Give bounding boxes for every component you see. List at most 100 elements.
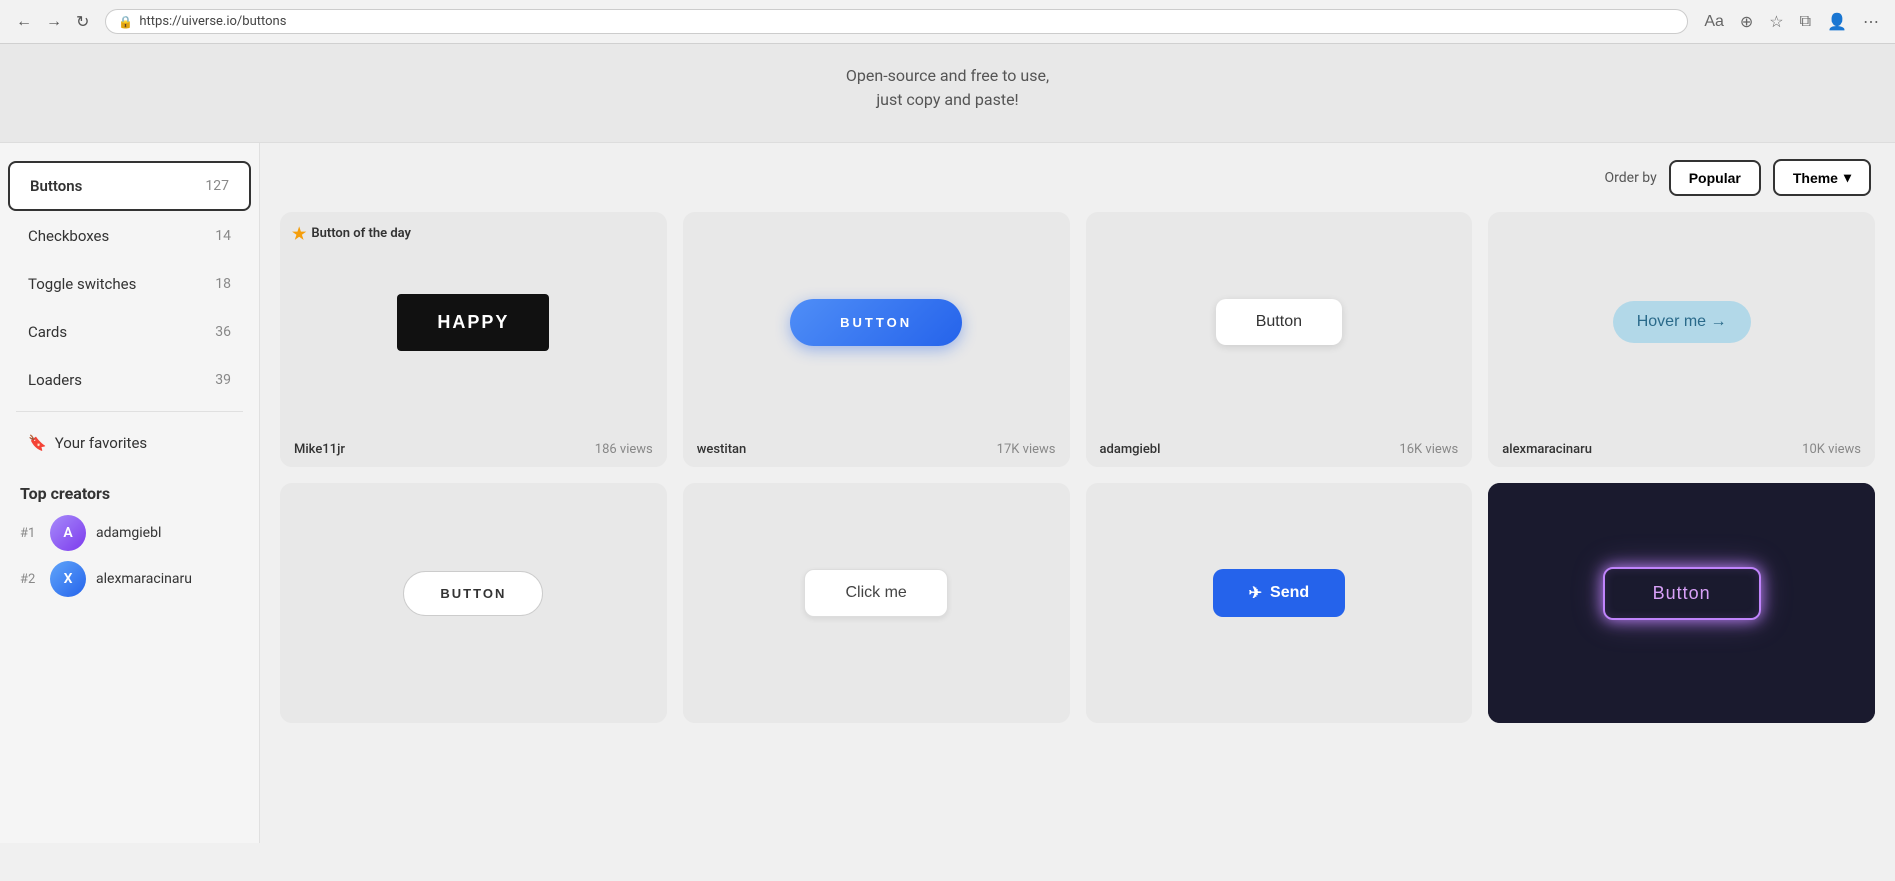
back-button[interactable]: ← bbox=[12, 9, 36, 35]
card-author-3: adamgiebl bbox=[1100, 442, 1161, 457]
avatar-initials-1: A bbox=[63, 525, 72, 541]
card-author-1: Mike11jr bbox=[294, 442, 345, 457]
sidebar-count-buttons: 127 bbox=[205, 178, 229, 194]
badge-label: Button of the day bbox=[311, 226, 411, 241]
card-views-3: 16K views bbox=[1399, 442, 1458, 457]
card-author-2: westitan bbox=[697, 442, 747, 457]
card-preview-7: ✈ Send bbox=[1086, 483, 1473, 703]
creator-rank-1: #1 bbox=[20, 526, 40, 541]
hover-me-button[interactable]: Hover me → bbox=[1613, 301, 1751, 343]
button-outline[interactable]: BUTTON bbox=[403, 571, 543, 616]
sidebar-item-toggle-switches[interactable]: Toggle switches 18 bbox=[8, 261, 251, 307]
sidebar-item-checkboxes[interactable]: Checkboxes 14 bbox=[8, 213, 251, 259]
card-views-4: 10K views bbox=[1802, 442, 1861, 457]
top-creators-heading: Top creators bbox=[20, 484, 239, 503]
card-preview-2: BUTTON bbox=[683, 212, 1070, 432]
forward-button[interactable]: → bbox=[42, 9, 66, 35]
star-icon: ★ bbox=[292, 224, 306, 243]
creator-item-2[interactable]: #2 X alexmaracinaru bbox=[20, 561, 239, 597]
sidebar-label-cards: Cards bbox=[28, 323, 67, 341]
creator-item-1[interactable]: #1 A adamgiebl bbox=[20, 515, 239, 551]
card-footer-7 bbox=[1086, 703, 1473, 723]
card-preview-5: BUTTON bbox=[280, 483, 667, 703]
sidebar-count-toggles: 18 bbox=[215, 276, 231, 292]
card-footer-5 bbox=[280, 703, 667, 723]
sidebar-count-cards: 36 bbox=[215, 324, 231, 340]
card-author-4: alexmaracinaru bbox=[1502, 442, 1592, 457]
main-content: Buttons 127 Checkboxes 14 Toggle switche… bbox=[0, 143, 1895, 843]
address-bar[interactable]: 🔒 https://uiverse.io/buttons bbox=[105, 9, 1688, 34]
card-footer-1: Mike11jr 186 views bbox=[280, 432, 667, 467]
sidebar-item-cards[interactable]: Cards 36 bbox=[8, 309, 251, 355]
sidebar-count-checkboxes: 14 bbox=[215, 228, 231, 244]
hero-section: Open-source and free to use, just copy a… bbox=[0, 44, 1895, 143]
card-preview-3: Button bbox=[1086, 212, 1473, 432]
theme-button[interactable]: Theme ▾ bbox=[1773, 159, 1871, 196]
button-of-the-day-badge: ★ Button of the day bbox=[292, 224, 411, 243]
button-blue-pill[interactable]: BUTTON bbox=[790, 299, 962, 346]
page-wrapper: Open-source and free to use, just copy a… bbox=[0, 44, 1895, 881]
card-1: ★ Button of the day HAPPY Mike11jr 186 v… bbox=[280, 212, 667, 467]
hero-subtitle2: just copy and paste! bbox=[0, 88, 1895, 112]
collections-button[interactable]: ⧉ bbox=[1796, 9, 1815, 35]
creator-name-2: alexmaracinaru bbox=[96, 571, 192, 587]
browser-navigation: ← → ↻ bbox=[12, 8, 93, 36]
profile-button[interactable]: 👤 bbox=[1823, 8, 1851, 36]
card-views-1: 186 views bbox=[595, 442, 653, 457]
sidebar-favorites-label: Your favorites bbox=[55, 434, 147, 452]
avatar-initials-2: X bbox=[64, 571, 73, 587]
creator-name-1: adamgiebl bbox=[96, 525, 161, 541]
creator-avatar-2: X bbox=[50, 561, 86, 597]
top-creators-section: Top creators #1 A adamgiebl #2 X alexmar… bbox=[0, 468, 259, 623]
card-5: BUTTON bbox=[280, 483, 667, 723]
sidebar-label-toggles: Toggle switches bbox=[28, 275, 136, 293]
card-footer-3: adamgiebl 16K views bbox=[1086, 432, 1473, 467]
sidebar-item-loaders[interactable]: Loaders 39 bbox=[8, 357, 251, 403]
sidebar-divider bbox=[16, 411, 243, 412]
send-label: Send bbox=[1270, 584, 1309, 602]
card-preview-1: ★ Button of the day HAPPY bbox=[280, 212, 667, 432]
sidebar-item-favorites[interactable]: 🔖 Your favorites bbox=[8, 420, 251, 466]
sidebar-label-loaders: Loaders bbox=[28, 371, 82, 389]
send-icon: ✈ bbox=[1249, 583, 1262, 603]
send-button[interactable]: ✈ Send bbox=[1213, 569, 1346, 617]
happy-button[interactable]: HAPPY bbox=[397, 294, 549, 351]
card-2: BUTTON westitan 17K views bbox=[683, 212, 1070, 467]
extensions-button[interactable]: ⊕ bbox=[1736, 8, 1757, 36]
hero-subtitle: Open-source and free to use, bbox=[0, 64, 1895, 88]
lock-icon: 🔒 bbox=[118, 15, 133, 29]
card-6: Click me bbox=[683, 483, 1070, 723]
card-views-2: 17K views bbox=[997, 442, 1056, 457]
card-7: ✈ Send bbox=[1086, 483, 1473, 723]
reader-mode-button[interactable]: Aa bbox=[1700, 9, 1728, 35]
sidebar-label-buttons: Buttons bbox=[30, 177, 82, 195]
card-3: Button adamgiebl 16K views bbox=[1086, 212, 1473, 467]
popular-button[interactable]: Popular bbox=[1669, 160, 1761, 196]
reload-button[interactable]: ↻ bbox=[72, 8, 93, 36]
chevron-down-icon: ▾ bbox=[1844, 169, 1851, 186]
url-text: https://uiverse.io/buttons bbox=[139, 14, 286, 29]
order-by-label: Order by bbox=[1605, 170, 1657, 186]
card-preview-6: Click me bbox=[683, 483, 1070, 703]
button-plain[interactable]: Button bbox=[1216, 299, 1342, 345]
card-8: Button bbox=[1488, 483, 1875, 723]
card-preview-8: Button bbox=[1488, 483, 1875, 703]
neon-button[interactable]: Button bbox=[1603, 567, 1761, 620]
card-4: Hover me → alexmaracinaru 10K views bbox=[1488, 212, 1875, 467]
creator-avatar-1: A bbox=[50, 515, 86, 551]
card-preview-4: Hover me → bbox=[1488, 212, 1875, 432]
gallery-area: Order by Popular Theme ▾ ★ Button of the… bbox=[260, 143, 1895, 843]
browser-chrome: ← → ↻ 🔒 https://uiverse.io/buttons Aa ⊕ … bbox=[0, 0, 1895, 44]
browser-actions: Aa ⊕ ☆ ⧉ 👤 ⋯ bbox=[1700, 8, 1883, 36]
click-me-button[interactable]: Click me bbox=[804, 569, 947, 617]
theme-label: Theme bbox=[1793, 170, 1838, 186]
order-bar: Order by Popular Theme ▾ bbox=[280, 159, 1875, 196]
cards-grid: ★ Button of the day HAPPY Mike11jr 186 v… bbox=[280, 212, 1875, 723]
sidebar-count-loaders: 39 bbox=[215, 372, 231, 388]
more-button[interactable]: ⋯ bbox=[1859, 8, 1883, 36]
favorites-button[interactable]: ☆ bbox=[1765, 8, 1787, 36]
card-footer-4: alexmaracinaru 10K views bbox=[1488, 432, 1875, 467]
card-footer-8 bbox=[1488, 703, 1875, 723]
sidebar-item-buttons[interactable]: Buttons 127 bbox=[8, 161, 251, 211]
sidebar-label-checkboxes: Checkboxes bbox=[28, 227, 109, 245]
